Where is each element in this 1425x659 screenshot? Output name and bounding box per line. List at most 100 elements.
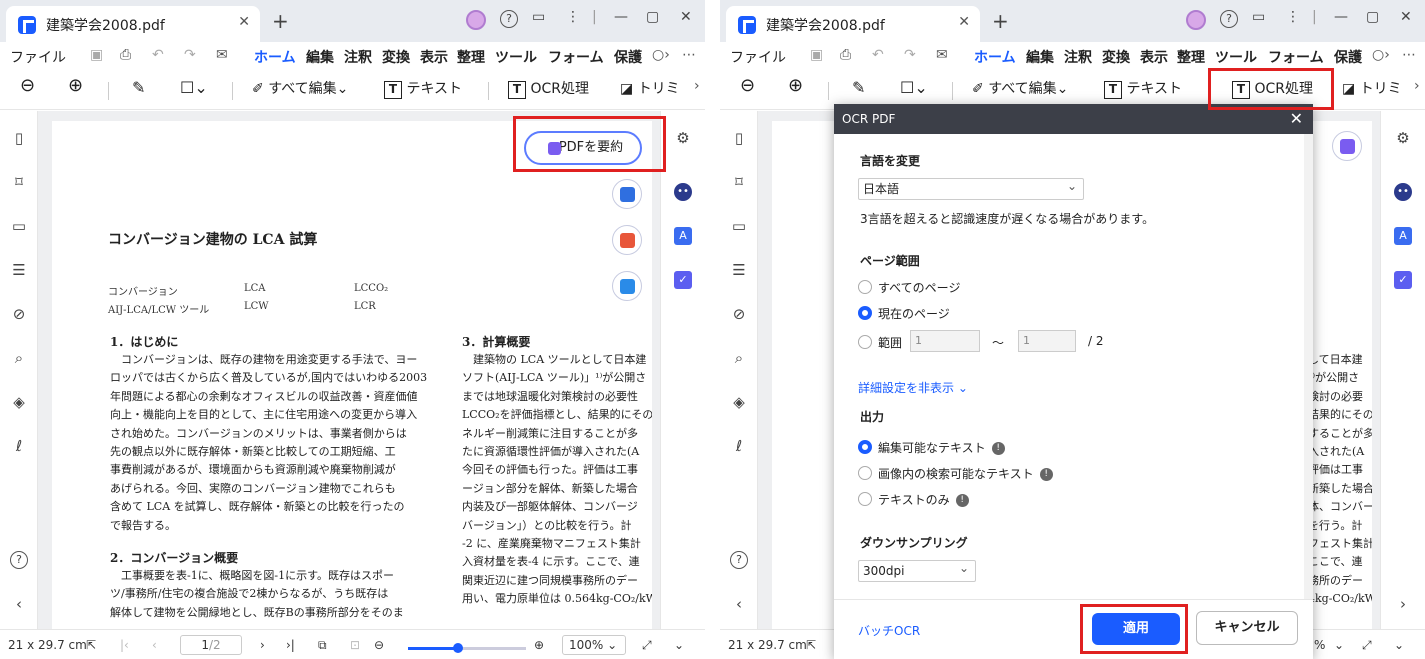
menu-tools[interactable]: ツール [495, 47, 537, 67]
document-tab[interactable]: 建築学会2008.pdf ✕ [6, 6, 260, 42]
layers-list-icon[interactable]: ☰ [10, 261, 28, 279]
menu-file[interactable]: ファイル [730, 47, 786, 67]
menu-organize[interactable]: 整理 [457, 47, 485, 67]
text-button[interactable]: T テキスト [384, 78, 462, 99]
downsampling-select[interactable]: 300dpi [858, 558, 976, 582]
range-from-input[interactable]: 1 [910, 330, 980, 352]
search-sidebar-icon[interactable]: ⌕ [730, 349, 748, 367]
zoom-out-icon[interactable]: ⊖ [740, 75, 755, 96]
zoom-slider-knob[interactable] [452, 643, 463, 653]
maximize-icon[interactable]: ▢ [646, 9, 659, 25]
info-icon[interactable]: ! [991, 442, 1005, 455]
more-icon[interactable]: ⋯ [1402, 47, 1416, 63]
menu-edit[interactable]: 編集 [306, 47, 334, 67]
rotate-icon[interactable]: ⊡ [350, 638, 360, 652]
maximize-icon[interactable]: ▢ [1366, 9, 1379, 25]
close-tab-icon[interactable]: ✕ [958, 14, 970, 30]
fullscreen-icon[interactable]: ⤢ [1362, 638, 1372, 653]
menu-form[interactable]: フォーム [1268, 47, 1324, 67]
zoom-out-small-icon[interactable]: ⊖ [374, 638, 384, 652]
collapse-status-icon[interactable]: ⌄ [674, 638, 684, 652]
batch-ocr-link[interactable]: バッチOCR [858, 622, 920, 639]
output-editable-radio[interactable] [858, 440, 872, 454]
close-window-icon[interactable]: ✕ [1400, 9, 1412, 25]
expand-panel-icon[interactable]: › [1394, 595, 1412, 613]
layers-list-icon[interactable]: ☰ [730, 261, 748, 279]
info-icon[interactable]: ! [1039, 468, 1053, 481]
convert-to-image-icon[interactable] [612, 271, 642, 301]
print-icon[interactable]: ⎙ [120, 47, 131, 63]
first-page-icon[interactable]: |‹ [120, 638, 129, 652]
last-page-icon[interactable]: ›| [286, 638, 295, 652]
avatar[interactable] [466, 10, 486, 30]
zoom-dropdown-icon[interactable]: ⌄ [1334, 638, 1344, 652]
shape-icon[interactable]: ☐⌄ [900, 78, 928, 97]
help-sidebar-icon[interactable]: ? [730, 551, 748, 569]
settings-sliders-icon[interactable]: ⚙ [674, 129, 692, 147]
range-to-input[interactable]: 1 [1018, 330, 1076, 352]
toolbar-next-icon[interactable]: › [1414, 78, 1420, 94]
current-page-radio[interactable] [858, 306, 872, 320]
ai-assistant-icon[interactable]: •• [674, 183, 692, 201]
zoom-slider[interactable] [408, 643, 526, 653]
edit-all-button[interactable]: ✐ すべて編集⌄ [972, 78, 1068, 98]
new-tab-icon[interactable]: + [992, 9, 1009, 33]
comment-icon[interactable]: ▭ [730, 217, 748, 235]
next-page-icon[interactable]: › [260, 638, 265, 652]
attachment-icon[interactable]: ⊘ [10, 305, 28, 323]
menu-organize[interactable]: 整理 [1177, 47, 1205, 67]
minimize-icon[interactable]: — [1334, 9, 1348, 25]
range-radio[interactable] [858, 335, 872, 349]
convert-to-word-icon[interactable] [612, 179, 642, 209]
zoom-in-icon[interactable]: ⊕ [788, 75, 803, 96]
menu-file[interactable]: ファイル [10, 47, 66, 67]
text-button[interactable]: T テキスト [1104, 78, 1182, 99]
output-searchable-radio[interactable] [858, 466, 872, 480]
undo-icon[interactable]: ↶ [872, 47, 884, 63]
info-icon[interactable]: ! [955, 494, 969, 507]
zoom-in-small-icon[interactable]: ⊕ [534, 638, 544, 652]
zoom-in-icon[interactable]: ⊕ [68, 75, 83, 96]
bookmark-icon[interactable]: ⌑ [10, 173, 28, 191]
minimize-icon[interactable]: — [614, 9, 628, 25]
collapse-sidebar-icon[interactable]: ‹ [10, 595, 28, 613]
menu-protect[interactable]: 保護 [614, 47, 642, 67]
trim-button[interactable]: ◪ トリミ [620, 78, 680, 98]
convert-to-ppt-icon[interactable] [612, 225, 642, 255]
cancel-button[interactable]: キャンセル [1196, 611, 1298, 645]
select-cursor-icon[interactable]: ⇱ [86, 638, 96, 652]
search-icon[interactable]: ○› [1372, 47, 1390, 63]
menu-protect[interactable]: 保護 [1334, 47, 1362, 67]
feedback-icon[interactable]: ▭ [1252, 9, 1265, 25]
menu-view[interactable]: 表示 [420, 47, 448, 67]
check-icon[interactable]: ✓ [674, 271, 692, 289]
all-pages-radio[interactable] [858, 280, 872, 294]
settings-sliders-icon[interactable]: ⚙ [1394, 129, 1412, 147]
feedback-icon[interactable]: ▭ [532, 9, 545, 25]
summarize-icon[interactable] [1332, 131, 1362, 161]
toolbar-next-icon[interactable]: › [694, 78, 700, 94]
search-icon[interactable]: ○› [652, 47, 670, 63]
document-tab[interactable]: 建築学会2008.pdf ✕ [726, 6, 980, 42]
highlight-icon[interactable]: ✎ [132, 78, 145, 97]
highlight-icon[interactable]: ✎ [852, 78, 865, 97]
select-cursor-icon[interactable]: ⇱ [806, 638, 816, 652]
page-number-input[interactable]: 1/2 [180, 635, 242, 655]
redo-icon[interactable]: ↷ [904, 47, 916, 63]
output-text-only-radio[interactable] [858, 492, 872, 506]
page-thumbnail-icon[interactable]: ▯ [10, 129, 28, 147]
attachment-icon[interactable]: ⊘ [730, 305, 748, 323]
more-vertical-icon[interactable]: ⋮ [1286, 9, 1300, 25]
shape-icon[interactable]: ☐⌄ [180, 78, 208, 97]
print-icon[interactable]: ⎙ [840, 47, 851, 63]
page-thumbnail-icon[interactable]: ▯ [730, 129, 748, 147]
mail-icon[interactable]: ✉ [216, 47, 228, 63]
save-icon[interactable]: ▣ [810, 47, 823, 63]
collapse-sidebar-icon[interactable]: ‹ [730, 595, 748, 613]
more-icon[interactable]: ⋯ [682, 47, 696, 63]
help-sidebar-icon[interactable]: ? [10, 551, 28, 569]
bookmark-icon[interactable]: ⌑ [730, 173, 748, 191]
dialog-scrollbar[interactable] [1304, 134, 1313, 599]
menu-tools[interactable]: ツール [1215, 47, 1257, 67]
collapse-status-icon[interactable]: ⌄ [1394, 638, 1404, 652]
